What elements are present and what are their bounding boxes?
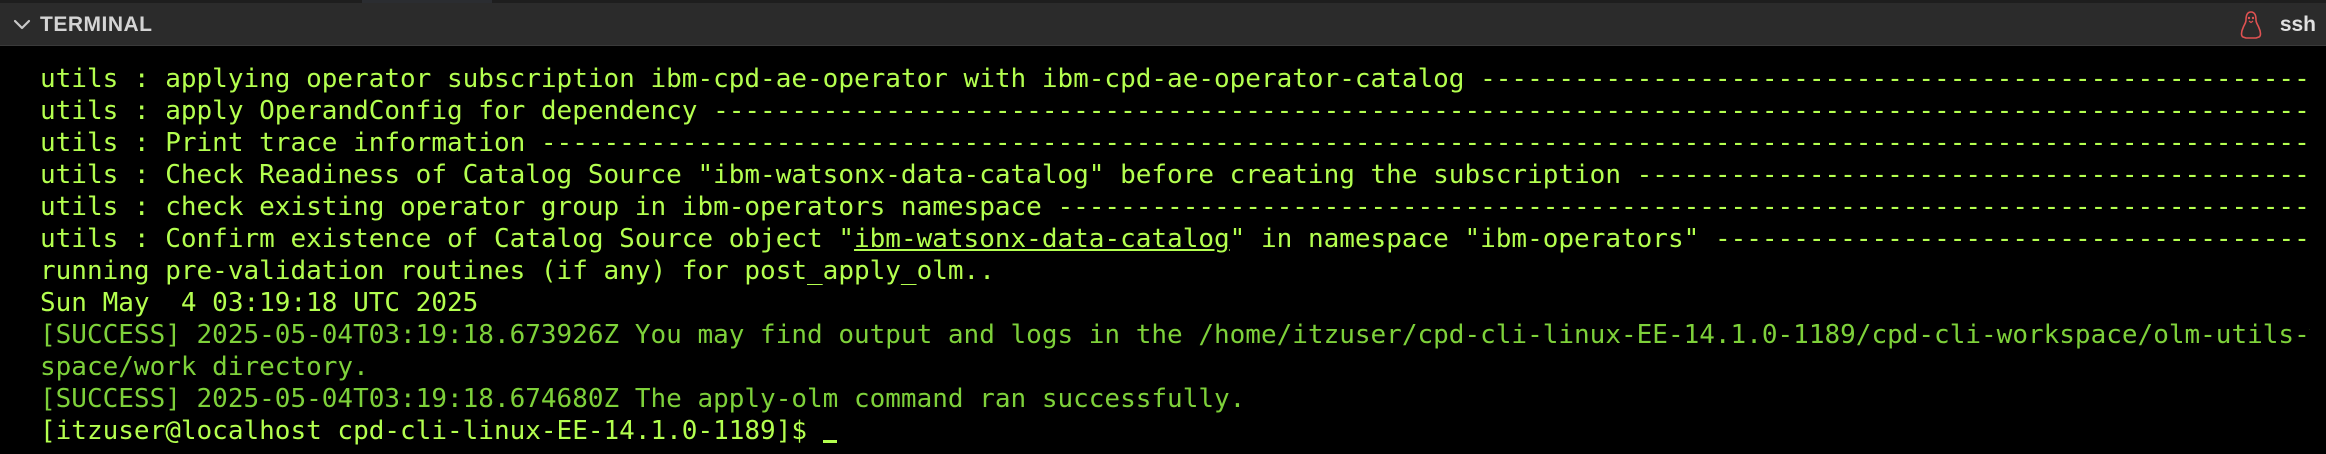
- terminal-line: utils : applying operator subscription i…: [40, 63, 2310, 95]
- line-text: utils : applying operator subscription i…: [40, 64, 1481, 94]
- line-rule: ----------------------------------------…: [1480, 64, 2310, 94]
- text-cursor: [822, 440, 837, 443]
- shell-prompt: [itzuser@localhost cpd-cli-linux-EE-14.1…: [40, 416, 823, 446]
- line-text: Sun May 4 03:19:18 UTC 2025: [40, 288, 479, 318]
- panel-title[interactable]: TERMINAL: [40, 11, 153, 39]
- terminal-output[interactable]: utils : applying operator subscription i…: [0, 46, 2326, 454]
- terminal-line: running pre-validation routines (if any)…: [40, 255, 2310, 287]
- line-text: utils : Confirm existence of Catalog Sou…: [40, 224, 854, 254]
- shell-label: ssh: [2279, 13, 2316, 36]
- terminal-shell-selector[interactable]: ssh: [2238, 9, 2316, 41]
- catalog-link[interactable]: ibm-watsonx-data-catalog: [854, 224, 1230, 254]
- line-text: " in namespace "ibm-operators": [1229, 224, 1715, 254]
- terminal-line: utils : Check Readiness of Catalog Sourc…: [40, 159, 2310, 191]
- line-text: [SUCCESS] 2025-05-04T03:19:18.674680Z Th…: [40, 384, 1246, 414]
- line-rule: ----------------------------------------…: [1636, 160, 2310, 190]
- terminal-line: utils : check existing operator group in…: [40, 191, 2310, 223]
- linux-icon: [2240, 11, 2262, 39]
- terminal-line: [SUCCESS] 2025-05-04T03:19:18.674680Z Th…: [40, 383, 2310, 415]
- line-rule: ----------------------------------------…: [1714, 224, 2310, 254]
- panel-header: TERMINAL ssh: [0, 3, 2326, 46]
- line-rule: ----------------------------------------…: [1057, 192, 2310, 222]
- terminal-line: utils : apply OperandConfig for dependen…: [40, 95, 2310, 127]
- terminal-line: space/work directory.: [40, 351, 2310, 383]
- line-text: [SUCCESS] 2025-05-04T03:19:18.673926Z Yo…: [40, 320, 2310, 350]
- line-text: utils : apply OperandConfig for dependen…: [40, 96, 714, 126]
- line-text: utils : Print trace information: [40, 128, 541, 158]
- line-text: utils : check existing operator group in…: [40, 192, 1058, 222]
- terminal-line: [SUCCESS] 2025-05-04T03:19:18.673926Z Yo…: [40, 319, 2310, 351]
- line-text: space/work directory.: [40, 352, 369, 382]
- line-rule: ----------------------------------------…: [540, 128, 2310, 158]
- chevron-down-icon[interactable]: [10, 12, 34, 36]
- terminal-line: Sun May 4 03:19:18 UTC 2025: [40, 287, 2310, 319]
- terminal-lines: utils : applying operator subscription i…: [40, 63, 2310, 447]
- terminal-prompt-line[interactable]: [itzuser@localhost cpd-cli-linux-EE-14.1…: [40, 415, 2310, 447]
- terminal-line: utils : Print trace information --------…: [40, 127, 2310, 159]
- line-text: utils : Check Readiness of Catalog Sourc…: [40, 160, 1637, 190]
- line-text: running pre-validation routines (if any)…: [40, 256, 995, 286]
- terminal-line: utils : Confirm existence of Catalog Sou…: [40, 223, 2310, 255]
- line-rule: ----------------------------------------…: [713, 96, 2310, 126]
